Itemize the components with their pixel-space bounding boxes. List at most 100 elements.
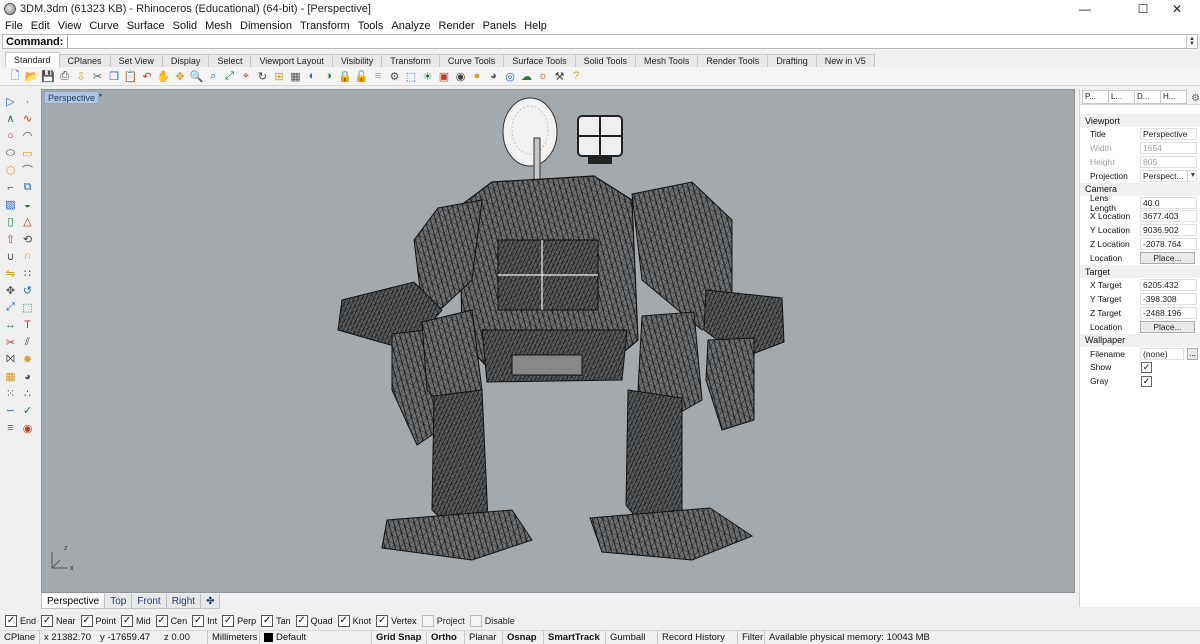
title-field[interactable]: Perspective: [1140, 127, 1197, 140]
filter-toggle[interactable]: Filter: [738, 630, 765, 644]
osnap-tan[interactable]: ✓ Tan: [261, 614, 291, 627]
show-objects-icon[interactable]: ◑: [321, 69, 337, 84]
panel-gear-icon[interactable]: ⚙: [1191, 93, 1200, 104]
environment-icon[interactable]: ☁: [519, 69, 535, 84]
osnap-toggle[interactable]: Osnap: [503, 630, 544, 644]
import-icon[interactable]: ⇩: [73, 69, 89, 84]
select-all-icon[interactable]: ⬚: [403, 69, 419, 84]
curve-tools-icon[interactable]: ∽: [2, 403, 19, 419]
cylinder-icon[interactable]: ▯: [2, 214, 19, 230]
lens-length-field[interactable]: 40.0: [1140, 196, 1197, 209]
dimension-icon[interactable]: ↔: [2, 317, 19, 333]
rendered-icon[interactable]: ◕: [486, 69, 502, 84]
split-icon[interactable]: ⫽: [19, 334, 36, 350]
trim-icon[interactable]: ✂: [2, 334, 19, 350]
paste-icon[interactable]: 📋: [123, 69, 139, 84]
free-curve-icon[interactable]: ⌒: [19, 162, 36, 178]
mesh-icon[interactable]: ▦: [2, 369, 19, 385]
x-target-field[interactable]: 6205.432: [1140, 278, 1197, 291]
grid-icon[interactable]: ⁙: [2, 386, 19, 402]
tab-standard[interactable]: Standard: [5, 52, 60, 67]
osnap-checkbox[interactable]: [421, 614, 434, 627]
menu-file[interactable]: File: [5, 20, 23, 32]
osnap-checkbox[interactable]: ✓: [5, 614, 17, 627]
tab-render-tools[interactable]: Render Tools: [697, 54, 769, 67]
hide-objects-icon[interactable]: ◐: [304, 69, 320, 84]
y-target-field[interactable]: -398.308: [1140, 292, 1197, 305]
pan-icon[interactable]: ✋: [156, 69, 172, 84]
menu-analyze[interactable]: Analyze: [391, 20, 430, 32]
scale-icon[interactable]: ⤢: [2, 300, 19, 316]
rotate-view-icon[interactable]: ↻: [255, 69, 271, 84]
tab-solid-tools[interactable]: Solid Tools: [574, 54, 636, 67]
osnap-checkbox[interactable]: ✓: [295, 614, 308, 627]
explode-icon[interactable]: ✸: [19, 351, 36, 367]
box-icon[interactable]: ▧: [2, 197, 19, 213]
osnap-project[interactable]: Project: [421, 614, 465, 627]
menu-curve[interactable]: Curve: [89, 20, 118, 32]
options-icon[interactable]: ⚒: [552, 69, 568, 84]
fillet-icon[interactable]: ⌐: [2, 180, 19, 196]
tab-set-view[interactable]: Set View: [109, 54, 163, 67]
rotate-icon[interactable]: ↺: [19, 283, 36, 299]
snapshots-icon[interactable]: ▣: [436, 69, 452, 84]
undo-icon[interactable]: ↶: [139, 69, 155, 84]
help-icon[interactable]: ?: [568, 69, 584, 84]
osnap-checkbox[interactable]: ✓: [121, 614, 134, 627]
osnap-quad[interactable]: ✓ Quad: [295, 614, 333, 627]
cone-icon[interactable]: △: [19, 214, 36, 230]
tab-top[interactable]: Top: [104, 594, 133, 609]
add-viewport-tab-icon[interactable]: ✤: [200, 594, 221, 609]
menu-tools[interactable]: Tools: [358, 20, 384, 32]
ellipse-icon[interactable]: ⬭: [2, 145, 19, 161]
new-file-icon[interactable]: 🗋: [7, 69, 23, 84]
osnap-knot[interactable]: ✓ Knot: [337, 614, 371, 627]
osnap-checkbox[interactable]: ✓: [222, 614, 235, 627]
units-label[interactable]: Millimeters: [208, 630, 260, 644]
move-view-icon[interactable]: ✥: [172, 69, 188, 84]
join-icon[interactable]: ⨝: [2, 351, 19, 367]
open-file-icon[interactable]: 📂: [24, 69, 40, 84]
tab-display[interactable]: D...: [1134, 89, 1161, 104]
command-scroll[interactable]: ▲ ▼: [1186, 35, 1197, 48]
mirror-icon[interactable]: ⇋: [2, 265, 19, 281]
layer-icon[interactable]: ≡: [2, 420, 19, 436]
tab-select[interactable]: Select: [208, 54, 252, 67]
shaded-icon[interactable]: ●: [469, 69, 485, 84]
render-preview-icon[interactable]: ◎: [502, 69, 518, 84]
boolean-union-icon[interactable]: ∪: [2, 248, 19, 264]
material-icon[interactable]: ◉: [19, 420, 36, 436]
close-button[interactable]: ✕: [1154, 0, 1200, 18]
osnap-perp[interactable]: ✓ Perp: [222, 614, 256, 627]
array-icon[interactable]: ∷: [19, 265, 36, 281]
circle-icon[interactable]: ○: [2, 128, 19, 144]
show-checkbox[interactable]: ✓: [1141, 361, 1152, 373]
polyline-icon[interactable]: ∧: [2, 111, 19, 127]
sun-icon[interactable]: ☼: [535, 69, 551, 84]
tab-curve-tools[interactable]: Curve Tools: [438, 54, 505, 67]
osnap-int[interactable]: ✓ Int: [192, 614, 217, 627]
four-viewports-icon[interactable]: ⊞: [271, 69, 287, 84]
menu-view[interactable]: View: [58, 20, 82, 32]
current-layer[interactable]: Default: [260, 630, 372, 644]
extrude-icon[interactable]: ⇧: [2, 231, 19, 247]
tab-drafting[interactable]: Drafting: [767, 54, 817, 67]
menu-help[interactable]: Help: [524, 20, 547, 32]
camera-place-button[interactable]: Place...: [1140, 252, 1195, 265]
tab-cplanes[interactable]: CPlanes: [58, 54, 111, 67]
perspective-viewport[interactable]: Perspective ▾ x z: [41, 89, 1075, 593]
tab-perspective[interactable]: Perspective: [41, 594, 106, 609]
properties-icon[interactable]: ⚙: [387, 69, 403, 84]
tab-new-in-v5[interactable]: New in V5: [815, 54, 875, 67]
unlock-objects-icon[interactable]: 🔓: [354, 69, 370, 84]
target-place-button[interactable]: Place...: [1140, 320, 1195, 333]
record-history-toggle[interactable]: Record History: [658, 630, 738, 644]
menu-surface[interactable]: Surface: [127, 20, 165, 32]
tab-layers[interactable]: L...: [1108, 89, 1135, 104]
osnap-point[interactable]: ✓ Point: [80, 614, 116, 627]
save-file-icon[interactable]: 💾: [40, 69, 56, 84]
polygon-icon[interactable]: ⬡: [2, 162, 19, 178]
tab-properties[interactable]: P...: [1082, 89, 1109, 104]
boolean-split-icon[interactable]: ∩: [19, 248, 36, 264]
lights-icon[interactable]: ☀: [420, 69, 436, 84]
